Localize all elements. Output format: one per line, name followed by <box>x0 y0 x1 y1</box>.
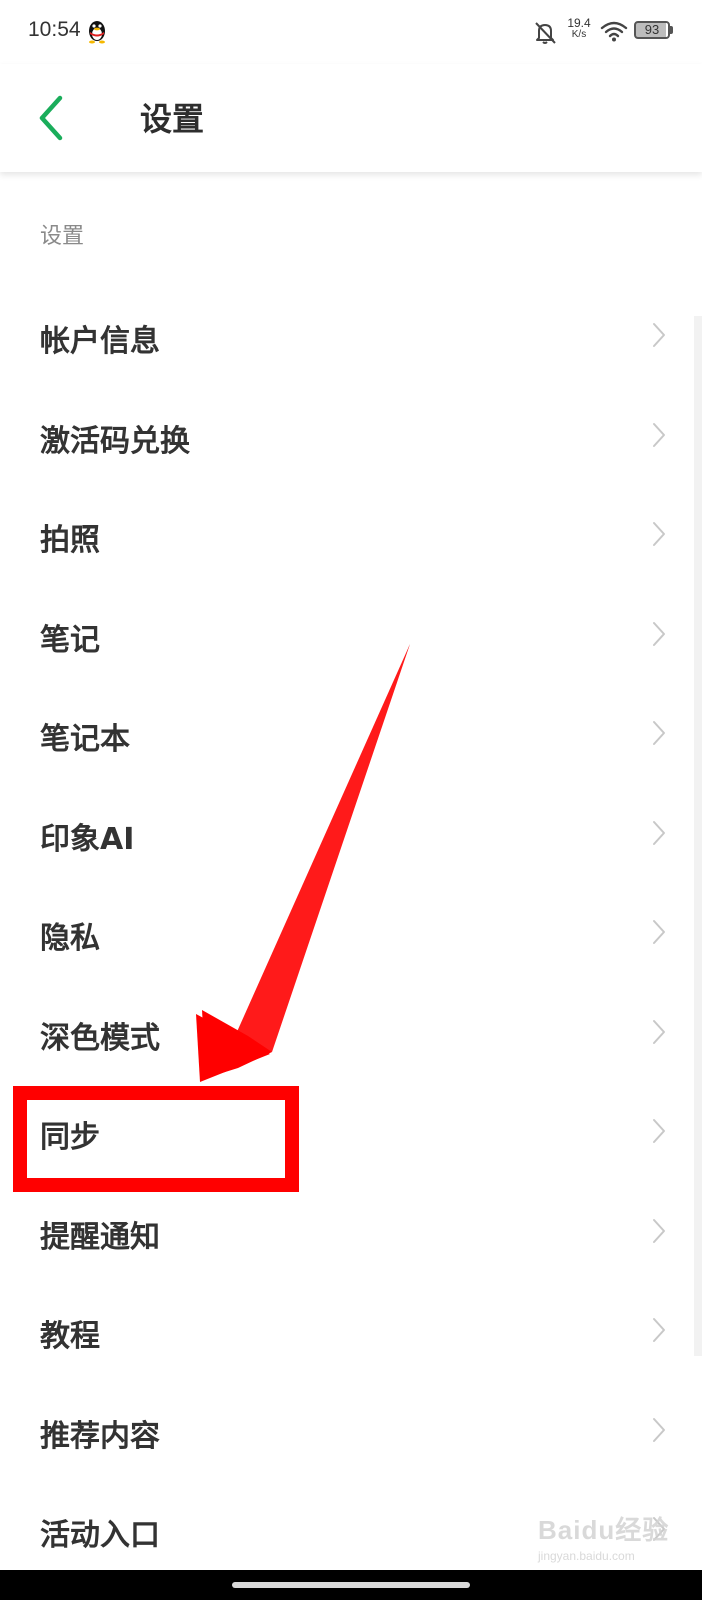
page-title: 设置 <box>140 100 205 138</box>
settings-menu-item-label: 拍照 <box>40 523 100 558</box>
battery-icon: 93 <box>634 21 670 39</box>
settings-menu-item[interactable]: 隐私 <box>0 883 702 983</box>
settings-menu-item-label: 帐户信息 <box>40 324 160 359</box>
status-time: 10:54 <box>28 18 81 41</box>
settings-menu-item[interactable]: 深色模式 <box>0 983 702 1083</box>
settings-content: 设置 帐户信息 激活码兑换 拍照 笔记 笔记本 印象AI 隐私 深色模式 同步 提醒通知 教程 推荐内… <box>0 176 702 1576</box>
settings-menu-item[interactable]: 推荐内容 <box>0 1381 702 1481</box>
chevron-right-icon <box>653 621 665 646</box>
settings-menu-item-label: 隐私 <box>40 921 100 956</box>
watermark-logo: Baidu经验 <box>538 1515 670 1545</box>
battery-tip <box>670 26 673 34</box>
app-header: 设置 <box>0 64 702 172</box>
chevron-right-icon <box>653 1218 665 1243</box>
settings-menu-item-label: 深色模式 <box>40 1020 160 1056</box>
chevron-right-icon <box>653 323 665 347</box>
settings-menu-item[interactable]: 帐户信息 <box>0 286 702 386</box>
wifi-icon <box>600 21 628 42</box>
home-indicator[interactable] <box>232 1582 470 1588</box>
chevron-right-icon <box>653 1019 665 1044</box>
settings-menu-list: 帐户信息 激活码兑换 拍照 笔记 笔记本 印象AI 隐私 深色模式 同步 提醒通知 教程 推荐内容 活动… <box>0 286 702 1580</box>
net-speed: 19.4 K/s <box>564 17 594 41</box>
chevron-right-icon <box>653 920 665 944</box>
settings-menu-item-label: 笔记 <box>40 622 100 658</box>
net-speed-value: 19.4 <box>567 16 591 30</box>
net-speed-unit: K/s <box>571 29 587 40</box>
settings-menu-item-label: 印象AI <box>40 821 135 857</box>
chevron-left-icon <box>39 95 63 141</box>
settings-menu-item-label: 笔记本 <box>40 722 130 757</box>
settings-menu-item-label: 提醒通知 <box>40 1219 160 1255</box>
mute-bell-icon <box>535 22 556 44</box>
settings-menu-item-label: 活动入口 <box>40 1518 160 1553</box>
settings-menu-item[interactable]: 激活码兑换 <box>0 386 702 486</box>
settings-menu-item[interactable]: 笔记 <box>0 585 702 685</box>
chevron-right-icon <box>653 820 665 845</box>
chevron-right-icon <box>653 721 665 745</box>
settings-menu-item[interactable]: 印象AI <box>0 784 702 884</box>
watermark: Baidu经验 jingyan.baidu.com <box>538 1510 688 1563</box>
section-label: 设置 <box>40 224 85 249</box>
qq-penguin-icon <box>89 21 105 44</box>
navigation-bar <box>0 1570 702 1600</box>
chevron-right-icon <box>653 422 665 447</box>
chevron-right-icon <box>653 1318 665 1342</box>
settings-menu-item[interactable]: 笔记本 <box>0 684 702 784</box>
settings-menu-item[interactable]: 拍照 <box>0 485 702 585</box>
settings-menu-item[interactable]: 教程 <box>0 1281 702 1381</box>
settings-menu-item-label: 激活码兑换 <box>40 423 190 459</box>
settings-menu-item-label: 教程 <box>40 1319 100 1354</box>
annotation-highlight-box <box>13 1086 299 1192</box>
settings-menu-item-label: 推荐内容 <box>40 1418 160 1454</box>
scrollbar-track[interactable] <box>694 316 702 1356</box>
watermark-url: jingyan.baidu.com <box>538 1549 635 1563</box>
chevron-right-icon <box>653 1417 665 1442</box>
settings-menu-item[interactable]: 提醒通知 <box>0 1182 702 1282</box>
back-button[interactable] <box>30 92 74 144</box>
chevron-right-icon <box>653 1119 665 1143</box>
status-bar: 10:54 19.4 K/s 93 <box>0 0 702 64</box>
chevron-right-icon <box>653 522 665 546</box>
